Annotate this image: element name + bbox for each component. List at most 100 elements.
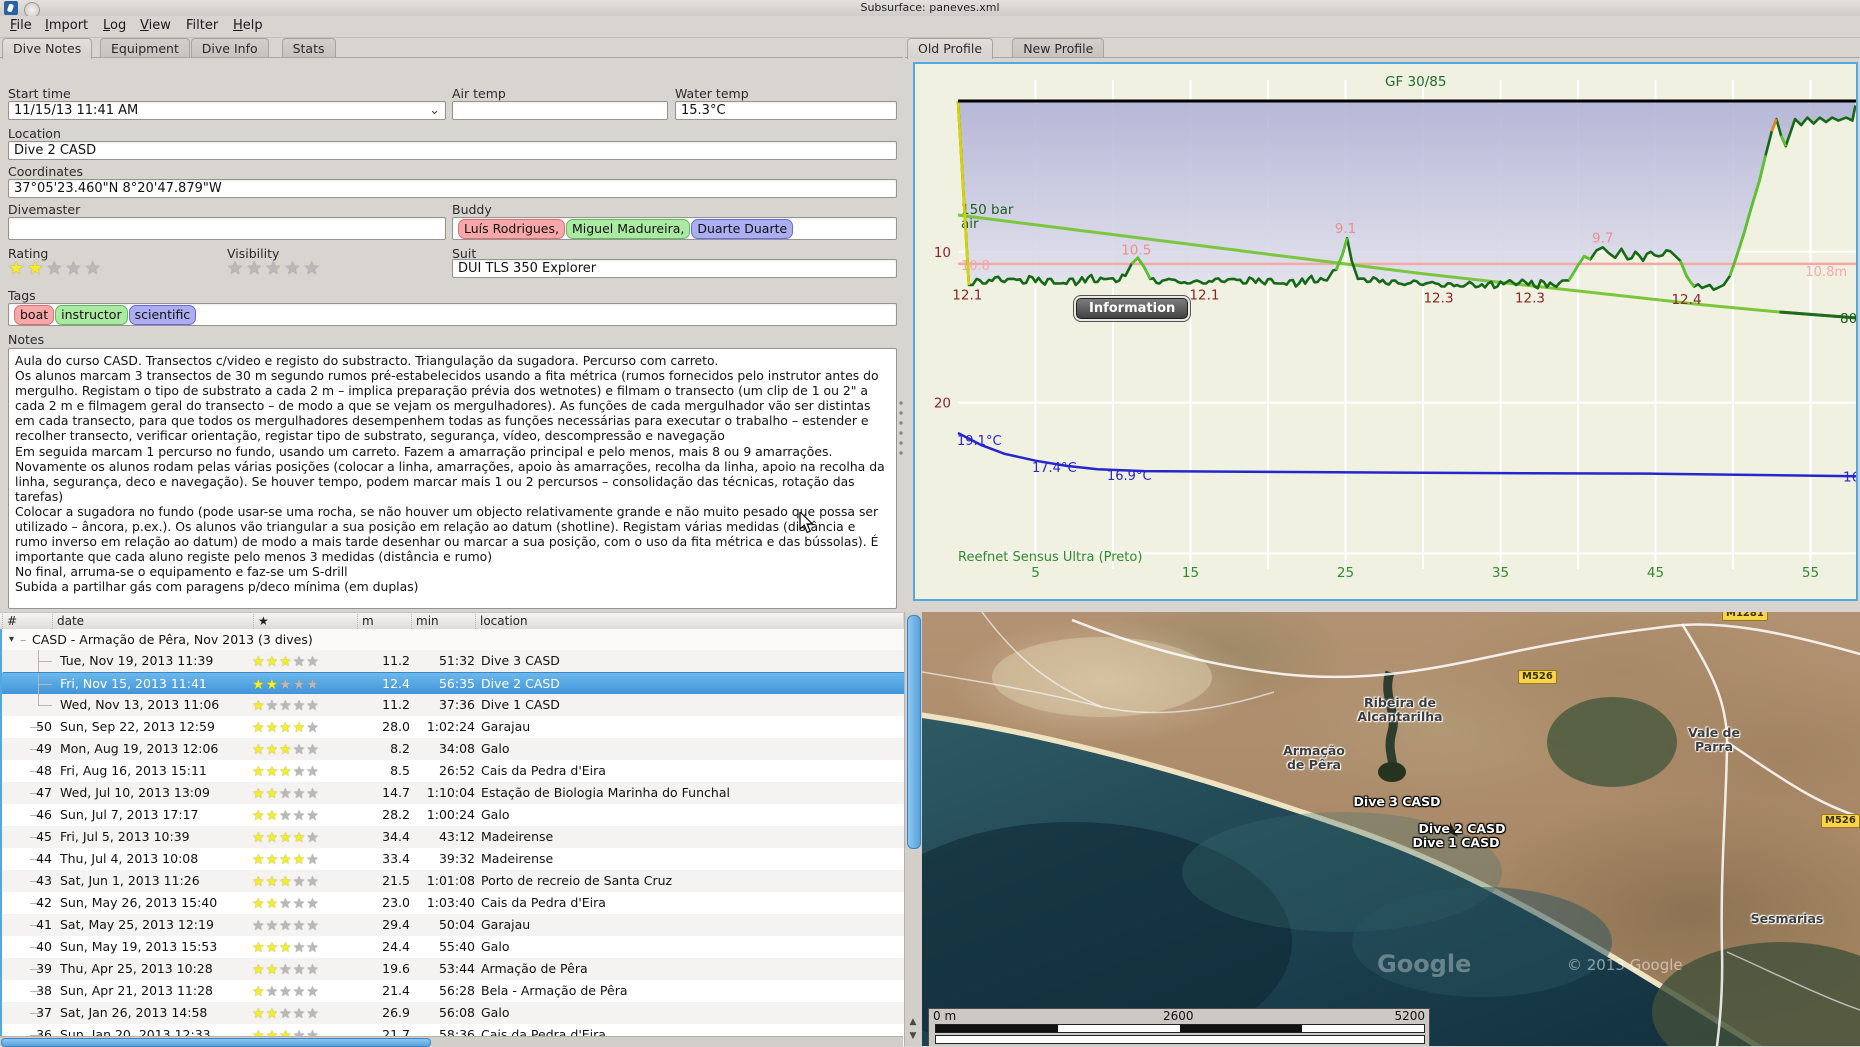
road-badge-m526b[interactable]: M526 (1821, 814, 1860, 828)
star-filled-icon[interactable]: ★ (266, 808, 280, 824)
star-filled-icon[interactable]: ★ (293, 852, 307, 868)
star-empty-icon[interactable]: ★ (279, 962, 293, 978)
air-temp-field[interactable] (452, 101, 668, 120)
dive-list-horizontal-scrollbar[interactable] (0, 1036, 903, 1047)
dive-row-selected[interactable]: Fri, Nov 15, 2013 11:41 ★★★★★ 12.4 56:35 Div… (2, 672, 905, 696)
star-filled-icon[interactable]: ★ (252, 940, 266, 956)
star-filled-icon[interactable]: ★ (279, 940, 293, 956)
star-empty-icon[interactable]: ★ (279, 786, 293, 802)
star-empty-icon[interactable]: ★ (279, 698, 293, 714)
star-filled-icon[interactable]: ★ (266, 720, 280, 736)
star-empty-icon[interactable]: ★ (306, 764, 320, 780)
star-empty-icon[interactable]: ★ (293, 940, 307, 956)
column-header-1[interactable]: date (52, 614, 84, 629)
splitter-handle[interactable] (899, 398, 903, 458)
location-field[interactable]: Dive 2 CASD (8, 141, 897, 160)
star-empty-icon[interactable]: ★ (293, 1006, 307, 1022)
dive-row[interactable]: 47 Wed, Jul 10, 2013 13:09 ★★★★★ 14.7 1:10:0… (2, 782, 905, 804)
dive-row[interactable]: 49 Mon, Aug 19, 2013 12:06 ★★★★★ 8.2 34:08 Ga… (2, 738, 905, 760)
star-empty-icon[interactable]: ★ (293, 984, 307, 1000)
star-filled-icon[interactable]: ★ (279, 830, 293, 846)
star-empty-icon[interactable]: ★ (284, 258, 303, 279)
menu-filter[interactable]: Filter (182, 16, 222, 36)
star-empty-icon[interactable]: ★ (279, 896, 293, 912)
star-empty-icon[interactable]: ★ (266, 984, 280, 1000)
star-filled-icon[interactable]: ★ (279, 764, 293, 780)
visibility-stars[interactable]: ★★★★★ (227, 258, 323, 279)
dive-row[interactable]: 44 Thu, Jul 4, 2013 10:08 ★★★★★ 33.4 39:32 Ma… (2, 848, 905, 870)
star-empty-icon[interactable]: ★ (306, 962, 320, 978)
star-empty-icon[interactable]: ★ (306, 896, 320, 912)
star-filled-icon[interactable]: ★ (279, 654, 293, 670)
dive-row[interactable]: 41 Sat, May 25, 2013 12:19 ★★★★★ 29.4 50:04 G… (2, 914, 905, 936)
dive-list-vertical-scrollbar[interactable]: ▲ ▼ (904, 612, 922, 1046)
star-empty-icon[interactable]: ★ (85, 258, 104, 279)
menu-file[interactable]: File (6, 16, 36, 36)
column-header-2[interactable]: ★ (253, 614, 269, 629)
star-filled-icon[interactable]: ★ (293, 720, 307, 736)
star-filled-icon[interactable]: ★ (252, 1006, 266, 1022)
star-empty-icon[interactable]: ★ (306, 984, 320, 1000)
star-empty-icon[interactable]: ★ (306, 677, 320, 693)
tab-stats[interactable]: Stats (281, 38, 336, 58)
star-filled-icon[interactable]: ★ (266, 896, 280, 912)
star-filled-icon[interactable]: ★ (266, 786, 280, 802)
star-filled-icon[interactable]: ★ (252, 984, 266, 1000)
suit-field[interactable]: DUI TLS 350 Explorer (452, 259, 897, 278)
star-empty-icon[interactable]: ★ (306, 1006, 320, 1022)
road-badge-m1281[interactable]: M1281 (1722, 612, 1768, 621)
star-filled-icon[interactable]: ★ (252, 962, 266, 978)
star-filled-icon[interactable]: ★ (266, 962, 280, 978)
star-empty-icon[interactable]: ★ (306, 940, 320, 956)
dive-row[interactable]: 43 Sat, Jun 1, 2013 11:26 ★★★★★ 21.5 1:01:08… (2, 870, 905, 892)
star-filled-icon[interactable]: ★ (279, 852, 293, 868)
dive-row[interactable]: Wed, Nov 13, 2013 11:06 ★★★★★ 11.2 37:36 Div… (2, 694, 905, 716)
star-empty-icon[interactable]: ★ (279, 1006, 293, 1022)
star-empty-icon[interactable]: ★ (252, 918, 266, 934)
dive-row[interactable]: 37 Sat, Jan 26, 2013 14:58 ★★★★★ 26.9 56:08 G… (2, 1002, 905, 1024)
star-empty-icon[interactable]: ★ (46, 258, 65, 279)
star-filled-icon[interactable]: ★ (266, 940, 280, 956)
star-empty-icon[interactable]: ★ (306, 786, 320, 802)
star-empty-icon[interactable]: ★ (293, 698, 307, 714)
star-filled-icon[interactable]: ★ (8, 258, 27, 279)
star-filled-icon[interactable]: ★ (252, 874, 266, 890)
star-filled-icon[interactable]: ★ (279, 742, 293, 758)
buddy-chip[interactable]: Duarte Duarte (691, 218, 794, 239)
star-empty-icon[interactable]: ★ (293, 654, 307, 670)
star-empty-icon[interactable]: ★ (293, 742, 307, 758)
star-empty-icon[interactable]: ★ (65, 258, 84, 279)
tab-new-profile[interactable]: New Profile (1012, 38, 1105, 58)
star-empty-icon[interactable]: ★ (266, 918, 280, 934)
star-filled-icon[interactable]: ★ (266, 852, 280, 868)
star-empty-icon[interactable]: ★ (279, 918, 293, 934)
star-empty-icon[interactable]: ★ (293, 764, 307, 780)
star-empty-icon[interactable]: ★ (306, 874, 320, 890)
water-temp-field[interactable]: 15.3°C (675, 101, 897, 120)
dive-row[interactable]: 39 Thu, Apr 25, 2013 10:28 ★★★★★ 19.6 53:44 A… (2, 958, 905, 980)
scroll-down-icon[interactable]: ▼ (907, 1030, 919, 1042)
star-filled-icon[interactable]: ★ (252, 677, 266, 693)
star-empty-icon[interactable]: ★ (306, 852, 320, 868)
star-empty-icon[interactable]: ★ (246, 258, 265, 279)
dive-row[interactable]: Tue, Nov 19, 2013 11:39 ★★★★★ 11.2 51:32 Div… (2, 650, 905, 672)
star-empty-icon[interactable]: ★ (306, 742, 320, 758)
dive-trip-group-row[interactable]: ▾ – CASD - Armação de Pêra, Nov 2013 (3 di… (2, 629, 905, 650)
dive-row[interactable]: 45 Fri, Jul 5, 2013 10:39 ★★★★★ 34.4 43:12 Ma… (2, 826, 905, 848)
star-filled-icon[interactable]: ★ (252, 896, 266, 912)
star-empty-icon[interactable]: ★ (293, 677, 307, 693)
star-empty-icon[interactable]: ★ (306, 918, 320, 934)
star-empty-icon[interactable]: ★ (279, 984, 293, 1000)
star-filled-icon[interactable]: ★ (279, 720, 293, 736)
star-filled-icon[interactable]: ★ (266, 830, 280, 846)
tab-old-profile[interactable]: Old Profile (907, 38, 994, 59)
star-empty-icon[interactable]: ★ (293, 874, 307, 890)
notes-textarea[interactable]: Aula do curso CASD. Transectos c/video e… (8, 348, 897, 609)
scrollbar-handle[interactable] (907, 615, 921, 849)
star-empty-icon[interactable]: ★ (293, 896, 307, 912)
star-empty-icon[interactable]: ★ (306, 720, 320, 736)
divemaster-field[interactable] (8, 217, 446, 240)
star-filled-icon[interactable]: ★ (266, 874, 280, 890)
menu-log[interactable]: Log (99, 16, 130, 36)
road-badge-m526a[interactable]: M526 (1518, 670, 1557, 684)
